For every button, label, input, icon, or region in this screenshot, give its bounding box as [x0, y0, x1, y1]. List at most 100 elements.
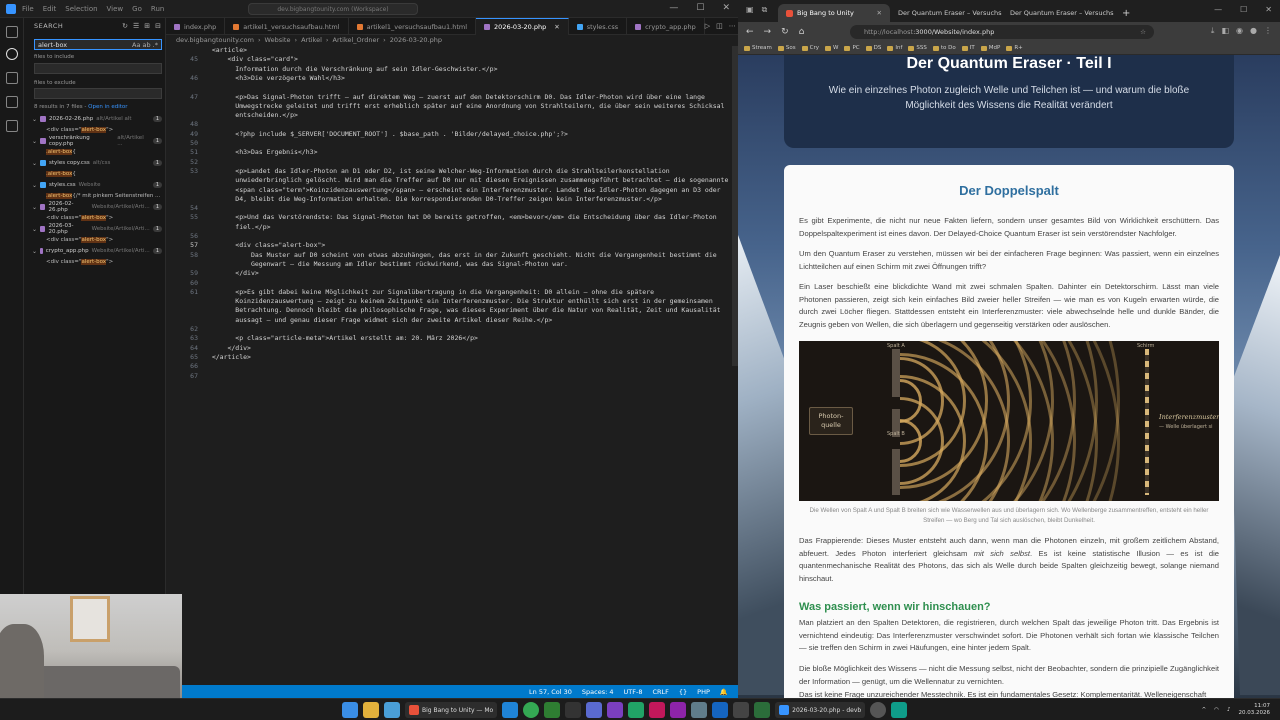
app-icon[interactable] — [565, 702, 582, 718]
breadcrumb-item[interactable]: Website — [265, 36, 291, 46]
run-icon[interactable]: ▷ — [705, 22, 710, 30]
app-icon[interactable] — [870, 702, 887, 718]
tab-index-php[interactable]: index.php — [166, 18, 226, 35]
clock[interactable]: 11:07 20.03.2026 — [1239, 703, 1271, 717]
chevron-down-icon[interactable]: ⌄ — [32, 182, 37, 189]
app-icon[interactable] — [607, 702, 624, 718]
close-tab-icon[interactable]: ✕ — [554, 23, 559, 31]
bookmark-item[interactable]: Cry — [801, 45, 819, 51]
search-result-file[interactable]: ⌄ styles.css Website 1 — [32, 180, 166, 190]
status-spaces[interactable]: Spaces: 4 — [582, 688, 614, 696]
page-viewport[interactable]: Der Quantum Eraser · Teil I Wie ein einz… — [738, 55, 1280, 698]
app-icon[interactable] — [544, 702, 561, 718]
breadcrumb-item[interactable]: Artikel — [301, 36, 322, 46]
app-icon[interactable] — [754, 702, 771, 718]
search-result-file[interactable]: ⌄ 2026-02-26.php alt/Artikel alt 1 — [32, 114, 166, 124]
bookmark-item[interactable]: Sos — [777, 45, 796, 51]
bookmark-item[interactable]: to Do — [932, 45, 956, 51]
chevron-down-icon[interactable]: ⌄ — [32, 160, 37, 167]
split-editor-icon[interactable]: ◫ — [716, 22, 723, 30]
search-result-line[interactable]: <div class=" alert-box "> — [46, 257, 164, 267]
chrome-icon[interactable] — [523, 702, 540, 718]
browser-tab-0[interactable]: Big Bang to Unity ✕ — [778, 4, 890, 22]
source-control-icon[interactable] — [6, 72, 18, 84]
maximize-icon[interactable]: ☐ — [696, 3, 704, 13]
tab-artikel1-versuchsaufbau1-html[interactable]: artikel1_versuchsaufbau1.html — [349, 18, 477, 35]
app-icon[interactable] — [712, 702, 729, 718]
app-icon[interactable] — [586, 702, 603, 718]
url-bar[interactable]: http://localhost :3000/Website/index.php… — [850, 25, 1154, 39]
status-eol[interactable]: CRLF — [652, 688, 668, 696]
bookmark-item[interactable]: SSS — [908, 45, 927, 51]
search-result-line[interactable]: .alert-box { — [46, 147, 164, 157]
chevron-down-icon[interactable]: ⌄ — [32, 226, 37, 233]
wifi-icon[interactable]: ◠ — [1214, 707, 1219, 713]
run-debug-icon[interactable] — [6, 96, 18, 108]
bookmark-item[interactable]: W — [825, 45, 838, 51]
close-icon[interactable]: ✕ — [1265, 5, 1272, 14]
status-position[interactable]: Ln 57, Col 30 — [529, 688, 572, 696]
breadcrumb-item[interactable]: Artikel_Ordner — [333, 36, 380, 46]
tab-actions-icon[interactable]: ⧉ — [762, 5, 768, 15]
reload-icon[interactable]: ↻ — [781, 27, 789, 37]
status-encoding[interactable]: UTF-8 — [624, 688, 643, 696]
app-icon[interactable] — [691, 702, 708, 718]
menu-run[interactable]: Run — [151, 5, 164, 13]
match-case-icon[interactable]: Aa ab .* — [132, 41, 158, 49]
excel-icon[interactable] — [628, 702, 645, 718]
bookmark-item[interactable]: MdP — [980, 45, 1000, 51]
bookmark-item[interactable]: DS — [865, 45, 881, 51]
chevron-down-icon[interactable]: ⌄ — [32, 248, 37, 255]
search-result-line[interactable]: .alert-box {/* mit pinkem Seitenstreifen… — [46, 191, 164, 201]
extension-icon[interactable]: ◉ — [1236, 26, 1243, 36]
menu-selection[interactable]: Selection — [65, 5, 97, 13]
files-include-input[interactable] — [34, 63, 162, 74]
profile-icon[interactable]: ● — [1250, 26, 1257, 36]
new-tab-icon[interactable]: + — [1114, 8, 1138, 22]
tab-2026-03-20-php[interactable]: 2026-03-20.php ✕ — [476, 18, 569, 35]
extension-icon[interactable]: ◧ — [1221, 26, 1229, 36]
menu-go[interactable]: Go — [132, 5, 142, 13]
music-icon[interactable] — [649, 702, 666, 718]
file-explorer-icon[interactable] — [363, 702, 379, 718]
breadcrumb-item[interactable]: 2026-03-20.php — [390, 36, 442, 46]
search-result-line[interactable]: <div class=" alert-box "> — [46, 235, 164, 245]
search-result-file[interactable]: ⌄ crypto_app.php Website/Artikel/Arti... 1 — [32, 246, 166, 256]
menu-edit[interactable]: Edit — [43, 5, 57, 13]
chevron-up-icon[interactable]: ^ — [1202, 707, 1207, 713]
files-exclude-input[interactable] — [34, 88, 162, 99]
command-center[interactable]: dev.bigbangtounity.com (Workspace) — [248, 3, 418, 15]
close-icon[interactable]: ✕ — [722, 3, 730, 13]
download-icon[interactable]: ⤓ — [1211, 26, 1215, 36]
sidebar-icon[interactable]: ▣ — [746, 5, 754, 15]
notifications-icon[interactable]: 🔔 — [720, 688, 728, 696]
collapse-all-icon[interactable]: ⊟ — [155, 22, 161, 30]
app-icon[interactable] — [384, 702, 400, 718]
explorer-icon[interactable] — [6, 26, 18, 38]
tab-artikel1-versuchsaufbau-html[interactable]: artikel1_versuchsaufbau.html — [225, 18, 349, 35]
forward-icon[interactable]: → — [764, 27, 772, 37]
taskbar-app-vscode[interactable]: 2026-03-20.php - devb — [775, 702, 866, 718]
minimize-icon[interactable]: — — [1214, 5, 1222, 14]
taskbar-app-browser[interactable]: Big Bang to Unity — Mo — [405, 702, 498, 718]
status-braces[interactable]: {} — [679, 688, 687, 696]
menu-icon[interactable]: ⋮ — [1264, 26, 1272, 36]
close-tab-icon[interactable]: ✕ — [877, 9, 882, 17]
start-icon[interactable] — [342, 702, 358, 718]
search-result-line[interactable]: .alert-box { — [46, 169, 164, 179]
edge-icon[interactable] — [502, 702, 519, 718]
home-icon[interactable]: ⌂ — [799, 27, 805, 37]
status-language[interactable]: PHP — [697, 688, 710, 696]
browser-tab-1[interactable]: Der Quantum Eraser – Versuchsaufb ✕ — [890, 4, 1002, 22]
volume-icon[interactable]: ♪ — [1227, 707, 1231, 713]
open-in-editor-link[interactable]: Open in editor — [88, 104, 127, 110]
search-result-file[interactable]: ⌄ 2026-03-20.php Website/Artikel/Arti... 1 — [32, 223, 166, 235]
more-actions-icon[interactable]: ⋯ — [729, 22, 736, 30]
app-icon[interactable] — [670, 702, 687, 718]
tab-crypto-app-php[interactable]: crypto_app.php — [627, 18, 705, 35]
browser-tab-2[interactable]: Der Quantum Eraser – Versuchsaufb ✕ — [1002, 4, 1114, 22]
chevron-down-icon[interactable]: ⌄ — [32, 138, 37, 145]
search-result-file[interactable]: ⌄ 2026-02-26.php Website/Artikel/Arti... 1 — [32, 201, 166, 213]
tab-styles-css[interactable]: styles.css — [569, 18, 628, 35]
maximize-icon[interactable]: ☐ — [1240, 5, 1247, 14]
